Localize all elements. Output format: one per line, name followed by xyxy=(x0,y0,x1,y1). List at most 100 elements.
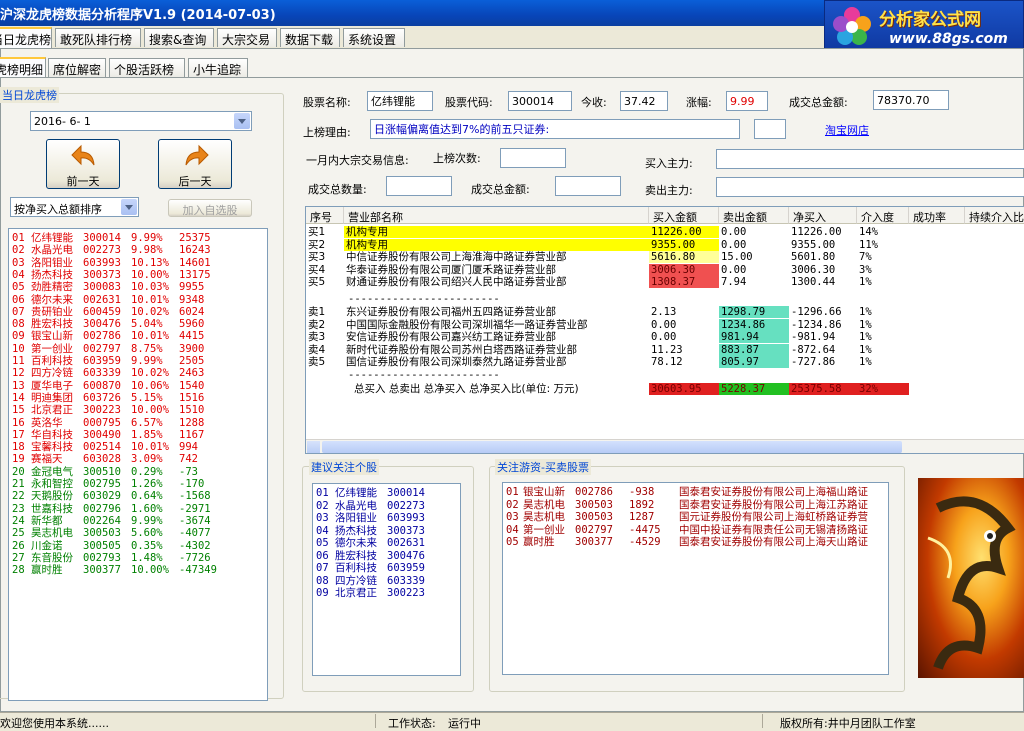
list-item[interactable]: 10 第一创业 002797 8.75% 3900 xyxy=(9,343,267,355)
hotmoney-list[interactable]: 01 银宝山新 002786 -938 国泰君安证券股份有限公司上海福山路证 02 昊志机电… xyxy=(502,482,889,675)
list-item[interactable]: 05 德尔未来 002631 xyxy=(313,537,460,549)
date-picker[interactable]: 2016- 6- 1 xyxy=(30,111,252,131)
col-header-continue[interactable]: 持续介入比 xyxy=(965,207,1024,224)
hot-code: 300377 xyxy=(575,536,613,548)
list-item[interactable]: 17 华自科技 300490 1.85% 1167 xyxy=(9,429,267,441)
tab-data-download[interactable]: 数据下载 xyxy=(280,28,340,47)
col-header-sell[interactable]: 卖出金额 xyxy=(719,207,789,224)
suggest-name: 胜宏科技 xyxy=(335,549,377,562)
list-item[interactable]: 06 德尔未来 002631 10.01% 9348 xyxy=(9,294,267,306)
chevron-down-icon[interactable] xyxy=(234,113,250,129)
change-field[interactable] xyxy=(726,91,768,111)
list-item[interactable]: 25 昊志机电 300503 5.60% -4077 xyxy=(9,527,267,539)
list-item[interactable]: 12 四方冷链 603339 10.02% 2463 xyxy=(9,367,267,379)
list-item[interactable]: 05 劲胜精密 300083 10.03% 9955 xyxy=(9,281,267,293)
list-item[interactable]: 26 川金诺 300505 0.35% -4302 xyxy=(9,540,267,552)
list-item[interactable]: 03 洛阳钼业 603993 xyxy=(313,512,460,524)
suggest-code: 603339 xyxy=(387,574,425,587)
list-item[interactable]: 22 天鹅股份 603029 0.64% -1568 xyxy=(9,490,267,502)
list-item[interactable]: 24 新华都 002264 9.99% -3674 xyxy=(9,515,267,527)
list-item[interactable]: 01 亿纬锂能 300014 9.99% 25375 xyxy=(9,232,267,244)
grid-cell-net: 11226.00 xyxy=(791,226,842,238)
list-item[interactable]: 01 银宝山新 002786 -938 国泰君安证券股份有限公司上海福山路证 xyxy=(503,486,888,498)
list-item[interactable]: 08 四方冷链 603339 xyxy=(313,575,460,587)
list-item[interactable]: 04 扬杰科技 300373 10.00% 13175 xyxy=(9,269,267,281)
list-item[interactable]: 11 百利科技 603959 9.99% 2505 xyxy=(9,355,267,367)
tab-bull-tracking[interactable]: 小牛追踪 xyxy=(188,58,248,77)
tab-dare-rank[interactable]: 敢死队排行榜 xyxy=(55,28,141,47)
list-times-field[interactable] xyxy=(500,148,566,168)
list-item[interactable]: 03 洛阳钼业 603993 10.13% 14601 xyxy=(9,257,267,269)
list-item[interactable]: 20 金冠电气 300510 0.29% -73 xyxy=(9,466,267,478)
add-favorite-button[interactable]: 加入自选股 xyxy=(168,199,252,217)
total-amount-field[interactable] xyxy=(873,90,949,110)
sell-main-field[interactable] xyxy=(716,177,1024,197)
list-item[interactable]: 02 水晶光电 002273 xyxy=(313,500,460,512)
sub-tab-divider xyxy=(0,77,1024,78)
stock-no: 28 xyxy=(12,564,25,577)
tab-search[interactable]: 搜索&查询 xyxy=(144,28,214,47)
tab-daily-lhb[interactable]: 当日龙虎榜 xyxy=(0,27,52,48)
horizontal-scrollbar[interactable] xyxy=(306,439,1024,453)
scroll-left-icon[interactable] xyxy=(307,441,320,453)
tab-lhb-detail[interactable]: 龙虎榜明细 xyxy=(0,57,46,78)
buy-main-field[interactable] xyxy=(716,149,1024,169)
suggest-no: 08 xyxy=(316,574,329,587)
stock-no: 11 xyxy=(12,355,25,367)
col-header-net[interactable]: 净买入 xyxy=(789,207,857,224)
list-item[interactable]: 14 明迪集团 603726 5.15% 1516 xyxy=(9,392,267,404)
list-item[interactable]: 05 赢时胜 300377 -4529 国泰君安证券股份有限公司上海天山路证 xyxy=(503,536,888,548)
volume-field[interactable] xyxy=(386,176,452,196)
sort-select[interactable]: 按净买入总额排序 xyxy=(10,197,139,217)
scroll-thumb[interactable] xyxy=(322,441,902,453)
list-item[interactable]: 07 贵研铂业 600459 10.02% 6024 xyxy=(9,306,267,318)
list-item[interactable]: 18 宝馨科技 002514 10.01% 994 xyxy=(9,441,267,453)
grid-cell-sell: 0.00 xyxy=(721,238,747,251)
deal-amount-field[interactable] xyxy=(555,176,621,196)
col-header-no[interactable]: 序号 xyxy=(306,207,344,224)
list-item[interactable]: 03 昊志机电 300503 1287 国元证券股份有限公司上海虹桥路证券营 xyxy=(503,511,888,523)
list-item[interactable]: 23 世嘉科技 002796 1.60% -2971 xyxy=(9,503,267,515)
stock-net: -47349 xyxy=(179,564,217,577)
col-header-dept[interactable]: 营业部名称 xyxy=(344,207,649,224)
list-item[interactable]: 01 亿纬锂能 300014 xyxy=(313,487,460,499)
chevron-down-icon[interactable] xyxy=(121,199,137,215)
col-header-success[interactable]: 成功率 xyxy=(909,207,965,224)
stock-code: 603726 xyxy=(83,391,121,404)
stock-pct: 3.09% xyxy=(131,453,163,466)
stock-name-field[interactable] xyxy=(367,91,433,111)
seat-detail-grid[interactable]: 序号 营业部名称 买入金额 卖出金额 净买入 介入度 成功率 持续介入比 买1 机… xyxy=(305,206,1024,454)
stock-rank-list[interactable]: 01 亿纬锂能 300014 9.99% 25375 02 水晶光电 002273 9.98% 1… xyxy=(8,228,268,701)
list-item[interactable]: 04 第一创业 002797 -4475 中国中投证券有限责任公司无锡清扬路证 xyxy=(503,524,888,536)
list-item[interactable]: 07 百利科技 603959 xyxy=(313,562,460,574)
list-item[interactable]: 02 水晶光电 002273 9.98% 16243 xyxy=(9,244,267,256)
tab-seat-decode[interactable]: 席位解密 xyxy=(48,58,106,77)
list-item[interactable]: 21 永和智控 002795 1.26% -170 xyxy=(9,478,267,490)
tab-active-stocks[interactable]: 个股活跃榜 xyxy=(109,58,185,77)
list-item[interactable]: 27 东音股份 002793 1.48% -7726 xyxy=(9,552,267,564)
list-item[interactable]: 08 胜宏科技 300476 5.04% 5960 xyxy=(9,318,267,330)
stock-code-field[interactable] xyxy=(508,91,572,111)
list-item[interactable]: 19 赛福天 603028 3.09% 742 xyxy=(9,453,267,465)
suggest-list[interactable]: 01 亿纬锂能 300014 02 水晶光电 002273 03 洛阳钼业 603993 04 扬杰… xyxy=(312,483,461,676)
next-day-button[interactable]: 后一天 xyxy=(158,139,232,189)
list-item[interactable]: 13 厦华电子 600870 10.06% 1540 xyxy=(9,380,267,392)
close-price-field[interactable] xyxy=(620,91,668,111)
reason-extra-field[interactable] xyxy=(754,119,786,139)
list-item[interactable]: 04 扬杰科技 300373 xyxy=(313,525,460,537)
list-item[interactable]: 16 英洛华 000795 6.57% 1288 xyxy=(9,417,267,429)
taobao-shop-link[interactable]: 淘宝网店 xyxy=(825,122,869,138)
list-item[interactable]: 09 北京君正 300223 xyxy=(313,587,460,599)
list-item[interactable]: 15 北京君正 300223 10.00% 1510 xyxy=(9,404,267,416)
list-item[interactable]: 06 胜宏科技 300476 xyxy=(313,550,460,562)
col-header-buy[interactable]: 买入金额 xyxy=(649,207,719,224)
col-header-involve[interactable]: 介入度 xyxy=(857,207,909,224)
stock-name: 赛福天 xyxy=(31,453,63,466)
tab-block-trade[interactable]: 大宗交易 xyxy=(217,28,277,47)
tab-system-settings[interactable]: 系统设置 xyxy=(343,28,405,47)
prev-day-button[interactable]: 前一天 xyxy=(46,139,120,189)
list-item[interactable]: 09 银宝山新 002786 10.01% 4415 xyxy=(9,330,267,342)
list-item[interactable]: 28 赢时胜 300377 10.00% -47349 xyxy=(9,564,267,576)
list-item[interactable]: 02 昊志机电 300503 1892 国泰君安证券股份有限公司上海江苏路证 xyxy=(503,499,888,511)
reason-field[interactable] xyxy=(370,119,740,139)
